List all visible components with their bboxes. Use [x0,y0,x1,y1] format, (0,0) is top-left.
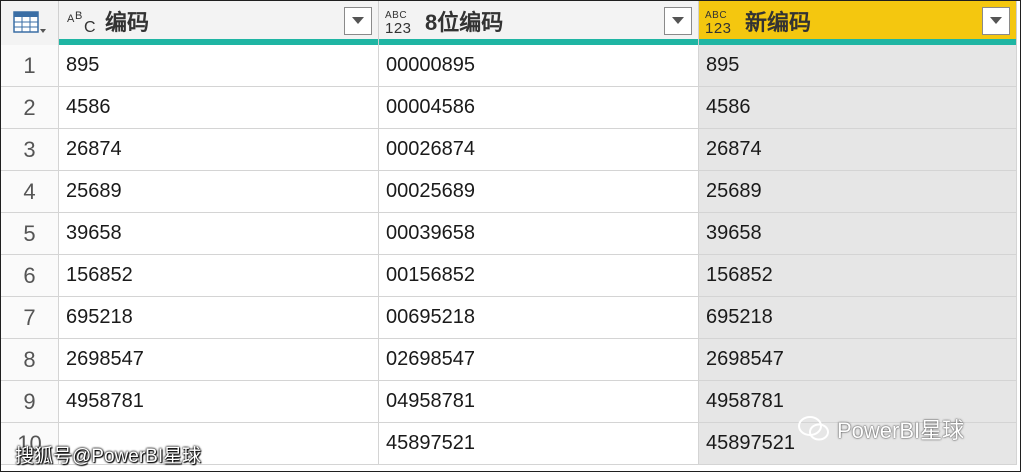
watermark-wechat: PowerBI星球 [797,413,964,445]
table-cell[interactable]: 156852 [59,255,379,297]
table-cell[interactable]: 45897521 [379,423,699,465]
table-cell[interactable]: 00025689 [379,171,699,213]
table-cell[interactable]: 695218 [699,297,1017,339]
table-icon [12,11,46,33]
table-cell[interactable]: 00000895 [379,45,699,87]
row-number[interactable]: 3 [1,129,59,171]
table-cell[interactable]: 895 [699,45,1017,87]
chevron-down-icon [672,17,684,24]
table-cell[interactable]: 156852 [699,255,1017,297]
table-cell[interactable]: 2698547 [699,339,1017,381]
data-grid: A B C 编码 ABC 123 8位编码 ABC 123 新编码 1 895 … [1,1,1020,465]
table-cell[interactable]: 04958781 [379,381,699,423]
table-cell[interactable]: 00156852 [379,255,699,297]
table-cell[interactable]: 2698547 [59,339,379,381]
row-number[interactable]: 9 [1,381,59,423]
table-cell[interactable]: 25689 [699,171,1017,213]
watermark-text: PowerBI星球 [837,418,965,443]
abc-text-type-icon[interactable]: A B C [65,8,99,38]
abc-123-any-type-icon[interactable]: ABC 123 [385,8,419,38]
row-number[interactable]: 8 [1,339,59,381]
row-number[interactable]: 7 [1,297,59,339]
abc-123-any-type-icon[interactable]: ABC 123 [705,8,739,38]
table-cell[interactable]: 00039658 [379,213,699,255]
row-number[interactable]: 1 [1,45,59,87]
table-cell[interactable]: 00026874 [379,129,699,171]
column-quality-bar [699,39,1016,45]
table-menu-button[interactable] [1,1,59,45]
column-header-新编码[interactable]: ABC 123 新编码 [699,1,1017,45]
row-number[interactable]: 6 [1,255,59,297]
table-cell[interactable]: 00695218 [379,297,699,339]
column-filter-dropdown[interactable] [664,7,692,35]
row-number[interactable]: 2 [1,87,59,129]
table-cell[interactable]: 4586 [699,87,1017,129]
table-cell[interactable]: 02698547 [379,339,699,381]
row-number[interactable]: 5 [1,213,59,255]
table-cell[interactable]: 39658 [59,213,379,255]
column-quality-bar [59,39,378,45]
row-number[interactable]: 4 [1,171,59,213]
chevron-down-icon [352,17,364,24]
column-header-8位编码[interactable]: ABC 123 8位编码 [379,1,699,45]
table-cell[interactable]: 695218 [59,297,379,339]
watermark-sohu: 搜狐号@PowerBI星球 [15,446,202,467]
column-filter-dropdown[interactable] [982,7,1010,35]
column-title: 新编码 [745,10,812,35]
table-cell[interactable]: 25689 [59,171,379,213]
table-cell[interactable]: 39658 [699,213,1017,255]
table-cell[interactable]: 4586 [59,87,379,129]
column-header-编码[interactable]: A B C 编码 [59,1,379,45]
table-cell[interactable]: 26874 [59,129,379,171]
column-quality-bar [379,39,698,45]
column-title: 8位编码 [425,10,504,35]
chevron-down-icon [990,17,1002,24]
power-query-table: A B C 编码 ABC 123 8位编码 ABC 123 新编码 1 895 … [0,0,1021,472]
table-cell[interactable]: 4958781 [59,381,379,423]
column-title: 编码 [105,10,150,35]
table-cell[interactable]: 895 [59,45,379,87]
column-filter-dropdown[interactable] [344,7,372,35]
table-cell[interactable]: 26874 [699,129,1017,171]
wechat-icon [798,416,829,441]
table-cell[interactable]: 00004586 [379,87,699,129]
